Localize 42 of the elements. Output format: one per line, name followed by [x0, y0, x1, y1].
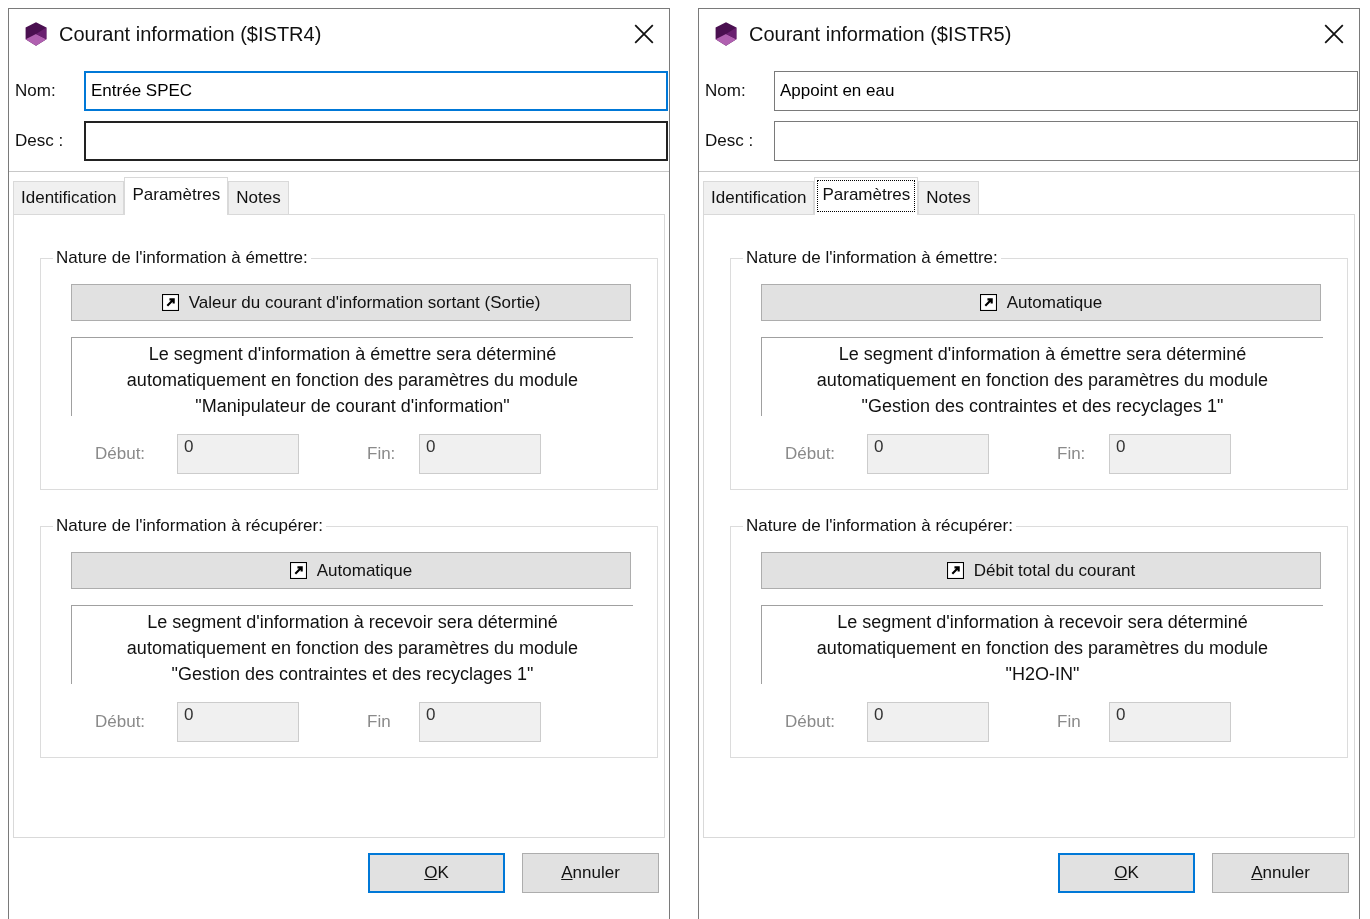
tab[interactable]: Notes — [228, 181, 289, 214]
description-text: Le segment d'information à émettre sera déterminé automatiquement en fonction des paramètres du module "Manipulateur de courant d'information" — [125, 343, 580, 418]
description-text: Le segment d'information à recevoir sera déterminé automatiquement en fonction des paramètres du module "H2O-IN" — [815, 611, 1270, 686]
field-label: Début: — [95, 444, 147, 464]
text-field[interactable]: Appoint en eau — [774, 71, 1358, 111]
dialog-button[interactable]: OK — [1058, 853, 1195, 893]
choice-button[interactable]: Valeur du courant d'information sortant (Sortie) — [71, 284, 631, 321]
field-label: Début: — [95, 712, 147, 732]
group-legend: Nature de l'information à récupérer: — [743, 516, 1016, 536]
description-text: Le segment d'information à recevoir sera déterminé automatiquement en fonction des paramètres du module "Gestion des contraintes et des recyclages 1" — [125, 611, 580, 686]
dialog-button[interactable]: Annuler — [1212, 853, 1349, 893]
window-title: Courant information ($ISTR5) — [749, 22, 1013, 46]
field-label: Début: — [785, 712, 837, 732]
tab[interactable]: Paramètres — [814, 177, 919, 215]
dialog-button[interactable]: Annuler — [522, 853, 659, 893]
choice-button[interactable]: Débit total du courant — [761, 552, 1321, 589]
field-label: Desc : — [705, 131, 755, 151]
cube-icon — [713, 21, 739, 47]
field-label: Fin — [367, 712, 392, 732]
description-text: Le segment d'information à émettre sera déterminé automatiquement en fonction des paramètres du module "Gestion des contraintes et des recyclages 1" — [815, 343, 1270, 418]
choice-button[interactable]: Automatique — [71, 552, 631, 589]
choice-button[interactable]: Automatique — [761, 284, 1321, 321]
field-label: Nom: — [15, 81, 57, 101]
field-label: Début: — [785, 444, 837, 464]
group-legend: Nature de l'information à récupérer: — [53, 516, 326, 536]
field-label: Nom: — [705, 81, 747, 101]
window-title: Courant information ($ISTR4) — [59, 22, 323, 46]
field-label: Fin: — [367, 444, 397, 464]
close-icon[interactable] — [1323, 23, 1345, 45]
text-field[interactable] — [774, 121, 1358, 161]
field-label: Fin: — [1057, 444, 1087, 464]
tab[interactable]: Paramètres — [124, 177, 229, 215]
dialog-button[interactable]: OK — [368, 853, 505, 893]
cube-icon — [23, 21, 49, 47]
tab[interactable]: Identification — [13, 181, 125, 214]
tab[interactable]: Notes — [918, 181, 979, 214]
field-label: Fin — [1057, 712, 1082, 732]
field-label: Desc : — [15, 131, 65, 151]
tab[interactable]: Identification — [703, 181, 815, 214]
text-field[interactable] — [84, 121, 668, 161]
close-icon[interactable] — [633, 23, 655, 45]
text-field[interactable]: Entrée SPEC — [84, 71, 668, 111]
